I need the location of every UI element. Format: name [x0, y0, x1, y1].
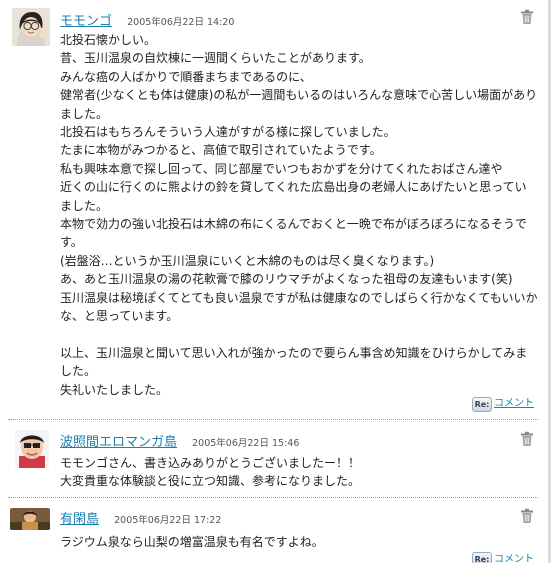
comment-line: ラジウム泉なら山梨の増富温泉も有名ですよね。	[60, 535, 324, 549]
comment-line: (岩盤浴…というか玉川温泉にいくと木綿のものは尽く臭くなります。)	[60, 253, 435, 268]
comment-line: 私も興味本意で探し回って、同じ部屋でいつもおかずを分けてくれたおばさん達や	[60, 161, 503, 176]
avatar[interactable]	[15, 430, 49, 468]
comment-body: ラジウム泉なら山梨の増富温泉も有名ですよね。	[60, 533, 538, 551]
reply-comment-link[interactable]: コメント	[494, 398, 534, 409]
comment-line: みんな癌の人ばかりで順番まちまであるのに、	[60, 69, 312, 84]
reply-comment-link[interactable]: コメント	[494, 554, 534, 563]
avatar[interactable]	[12, 8, 50, 46]
reply-comment-button[interactable]: Re: コメント	[472, 396, 534, 412]
comment-item: 波照間エロマンガ島 2005年06月22日 15:46 モモンゴさん、書き込みあ…	[0, 425, 546, 495]
comment-header: モモンゴ 2005年06月22日 14:20	[60, 10, 234, 30]
comment-line: 失礼いたしました。	[60, 382, 169, 397]
reply-comment-button[interactable]: Re: コメント	[472, 552, 534, 563]
re-reply-icon: Re:	[472, 396, 492, 412]
comment-line: 北投石はもちろんそういう人達がすがる様に探していました。	[60, 125, 396, 140]
avatar[interactable]	[10, 508, 50, 530]
comment-line: 近くの山に行くのに熊よけの鈴を貸してくれた広島出身の老婦人にあげたいと思っていま…	[60, 180, 527, 213]
comment-date: 2005年06月22日 14:20	[127, 17, 235, 28]
comment-header: 有閑島 2005年06月22日 17:22	[60, 508, 221, 528]
comment-line: 以上、玉川温泉と聞いて思い入れが強かったので要らん事含め知識をひけらかしてみまし…	[60, 345, 528, 379]
comment-separator	[8, 497, 538, 498]
comment-line: 玉川温泉は秘境ぽくてとても良い温泉ですが私は健康なのでしばらく行かなくてもいいか…	[60, 290, 538, 324]
comment-line: 大変貴重な体験談と役に立つ知識、参考になりました。	[60, 474, 361, 489]
comment-body: 北投石懐かしい。 昔、玉川温泉の自炊棟に一週間くらいたことがあります。 みんな癌…	[60, 31, 538, 399]
re-reply-icon: Re:	[472, 552, 492, 563]
comment-line: 健常者(少なくとも体は健康)の私が一週間もいるのはいろんな意味で心苦しい場面があ…	[60, 88, 538, 121]
comment-separator	[8, 419, 538, 420]
comment-date: 2005年06月22日 15:46	[192, 438, 300, 449]
trash-icon[interactable]	[520, 431, 534, 447]
comment-line: あ、あと玉川温泉の湯の花軟膏で膝のリウマチがよくなった祖母の友達もいます(笑)	[60, 272, 513, 287]
comment-author-link[interactable]: 波照間エロマンガ島	[60, 435, 177, 450]
comment-item: モモンゴ 2005年06月22日 14:20 北投石懐かしい。 昔、玉川温泉の自…	[0, 0, 546, 418]
trash-icon[interactable]	[520, 9, 534, 25]
comment-body: モモンゴさん、書き込みありがとうございましたー！！ 大変貴重な体験談と役に立つ知…	[60, 454, 538, 491]
comment-date: 2005年06月22日 17:22	[114, 515, 222, 526]
comment-line-blank	[60, 326, 538, 344]
comment-line: 昔、玉川温泉の自炊棟に一週間くらいたことがあります。	[60, 51, 371, 66]
comment-line: 本物で効力の強い北投石は木綿の布にくるんでおくと一晩で布がぼろぼろになるそうです…	[60, 217, 527, 250]
comment-author-link[interactable]: モモンゴ	[60, 14, 112, 29]
comment-author-link[interactable]: 有閑島	[60, 512, 99, 527]
comment-line: モモンゴさん、書き込みありがとうございましたー！！	[60, 456, 361, 470]
trash-icon[interactable]	[520, 508, 534, 524]
comment-line: 北投石懐かしい。	[60, 33, 157, 47]
comment-item: 有閑島 2005年06月22日 17:22 ラジウム泉なら山梨の増富温泉も有名で…	[0, 502, 546, 563]
comment-line: たまに本物がみつかると、高値で取引されていたようです。	[60, 143, 382, 158]
comment-header: 波照間エロマンガ島 2005年06月22日 15:46	[60, 431, 299, 451]
